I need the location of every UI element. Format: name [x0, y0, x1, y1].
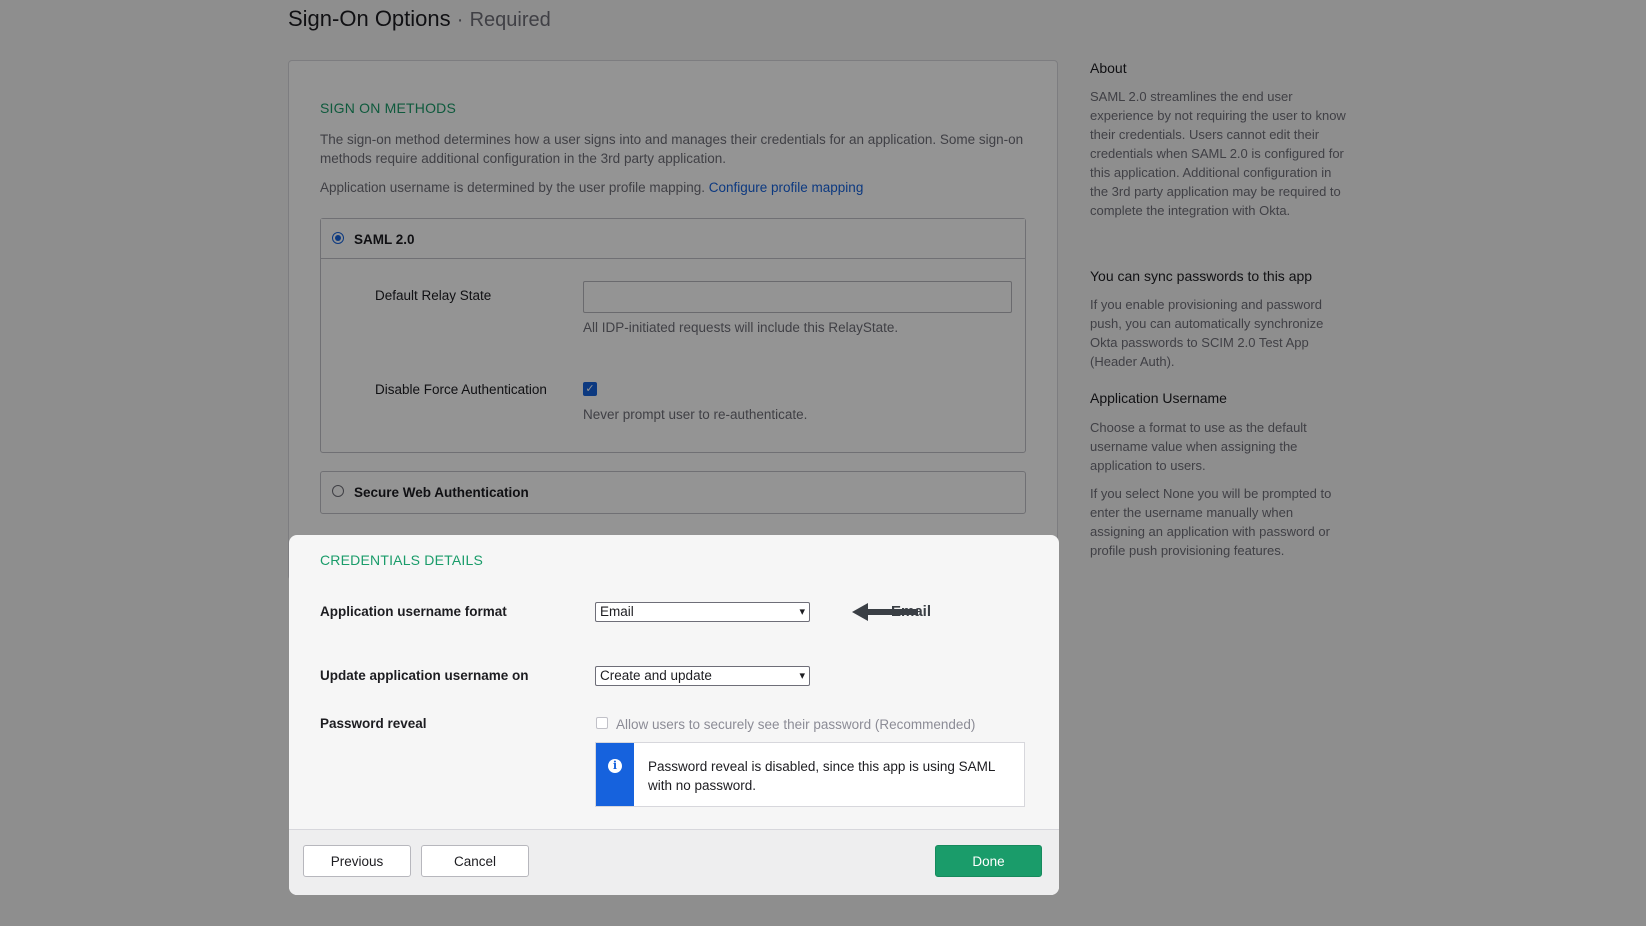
previous-button[interactable]: Previous	[303, 845, 411, 877]
update-on-value: Create and update	[600, 668, 712, 683]
credentials-modal: CREDENTIALS DETAILS Application username…	[289, 535, 1059, 895]
update-on-select[interactable]: Create and update ▾	[595, 666, 810, 686]
info-bar: i	[596, 743, 634, 806]
cancel-button[interactable]: Cancel	[421, 845, 529, 877]
info-message: Password reveal is disabled, since this …	[648, 759, 995, 793]
username-format-label: Application username format	[320, 604, 507, 619]
done-button[interactable]: Done	[935, 845, 1042, 877]
password-reveal-label: Password reveal	[320, 716, 427, 731]
password-reveal-checkbox[interactable]	[596, 717, 608, 729]
arrow-left-icon	[852, 603, 918, 621]
credentials-heading: CREDENTIALS DETAILS	[320, 552, 484, 568]
password-reveal-info: i Password reveal is disabled, since thi…	[595, 742, 1025, 807]
username-format-value: Email	[600, 604, 634, 619]
modal-footer: Previous Cancel Done	[289, 829, 1059, 895]
info-icon: i	[608, 759, 622, 773]
username-format-select[interactable]: Email ▾	[595, 602, 810, 622]
chevron-down-icon: ▾	[799, 670, 805, 682]
annotation-email: Email	[891, 603, 932, 620]
password-reveal-checkbox-label: Allow users to securely see their passwo…	[616, 717, 976, 732]
update-on-label: Update application username on	[320, 668, 529, 683]
chevron-down-icon: ▾	[799, 606, 805, 618]
